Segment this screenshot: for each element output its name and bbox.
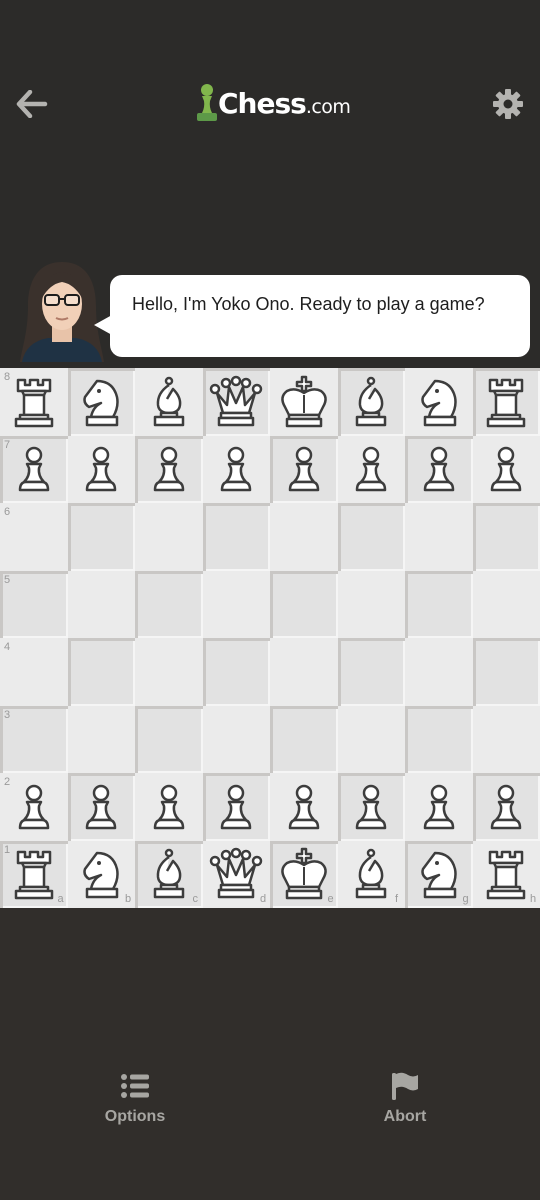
options-button[interactable]: Options — [65, 1070, 205, 1150]
square-d4[interactable] — [202, 638, 270, 706]
white-pawn-piece[interactable] — [473, 436, 540, 504]
square-c5[interactable] — [135, 570, 203, 638]
white-king-piece[interactable] — [270, 368, 338, 436]
square-f4[interactable] — [337, 638, 405, 706]
abort-label: Abort — [383, 1108, 427, 1125]
white-pawn-piece[interactable] — [270, 436, 338, 504]
square-h3[interactable] — [472, 705, 540, 773]
square-a3[interactable] — [0, 705, 68, 773]
square-e5[interactable] — [270, 570, 338, 638]
white-pawn-piece[interactable] — [135, 436, 203, 504]
bot-chat-area: Hello, I'm Yoko Ono. Ready to play a gam… — [0, 205, 540, 368]
logo-suffix: .com — [305, 96, 351, 118]
white-queen-piece[interactable] — [203, 368, 271, 436]
back-button[interactable] — [12, 84, 52, 124]
white-rook-piece[interactable] — [473, 368, 540, 436]
speech-bubble: Hello, I'm Yoko Ono. Ready to play a gam… — [110, 275, 530, 357]
bot-message: Hello, I'm Yoko Ono. Ready to play a gam… — [132, 294, 485, 314]
square-b5[interactable] — [67, 570, 135, 638]
square-g5[interactable] — [405, 570, 473, 638]
white-pawn-piece[interactable] — [0, 436, 68, 504]
white-pawn-piece[interactable] — [405, 773, 473, 841]
square-f3[interactable] — [337, 705, 405, 773]
top-bar: Chess .com — [0, 0, 540, 205]
white-bishop-piece[interactable] — [338, 368, 406, 436]
square-d5[interactable] — [202, 570, 270, 638]
white-pawn-piece[interactable] — [68, 773, 136, 841]
square-d3[interactable] — [202, 705, 270, 773]
square-a5[interactable] — [0, 570, 68, 638]
chess-board[interactable]: 87654321abcdefgh — [0, 368, 540, 908]
white-queen-piece[interactable] — [203, 841, 271, 909]
white-rook-piece[interactable] — [0, 841, 68, 909]
white-bishop-piece[interactable] — [338, 841, 406, 909]
arrow-left-icon — [16, 90, 48, 118]
white-pawn-piece[interactable] — [338, 773, 406, 841]
white-knight-piece[interactable] — [68, 368, 136, 436]
white-knight-piece[interactable] — [405, 841, 473, 909]
square-h4[interactable] — [472, 638, 540, 706]
rank-label-3: 3 — [4, 708, 11, 721]
white-pawn-piece[interactable] — [68, 436, 136, 504]
chess-com-logo: Chess .com — [196, 80, 351, 126]
square-h5[interactable] — [472, 570, 540, 638]
square-h6[interactable] — [472, 503, 540, 571]
square-e3[interactable] — [270, 705, 338, 773]
rank-label-5: 5 — [4, 573, 11, 586]
square-b4[interactable] — [67, 638, 135, 706]
white-pawn-piece[interactable] — [203, 773, 271, 841]
white-pawn-piece[interactable] — [270, 773, 338, 841]
bot-avatar — [14, 258, 110, 362]
square-a6[interactable] — [0, 503, 68, 571]
white-pawn-piece[interactable] — [0, 773, 68, 841]
square-e6[interactable] — [270, 503, 338, 571]
white-pawn-piece[interactable] — [338, 436, 406, 504]
abort-button[interactable]: Abort — [335, 1070, 475, 1150]
options-label: Options — [104, 1108, 166, 1125]
white-bishop-piece[interactable] — [135, 368, 203, 436]
pawn-logo-icon — [197, 84, 217, 121]
flag-icon — [392, 1072, 418, 1100]
white-pawn-piece[interactable] — [405, 436, 473, 504]
square-g4[interactable] — [405, 638, 473, 706]
white-king-piece[interactable] — [270, 841, 338, 909]
square-g6[interactable] — [405, 503, 473, 571]
square-b6[interactable] — [67, 503, 135, 571]
settings-button[interactable] — [488, 84, 528, 124]
logo-text: Chess — [218, 86, 307, 120]
square-f5[interactable] — [337, 570, 405, 638]
square-f6[interactable] — [337, 503, 405, 571]
white-knight-piece[interactable] — [405, 368, 473, 436]
square-e4[interactable] — [270, 638, 338, 706]
square-d6[interactable] — [202, 503, 270, 571]
gear-icon — [493, 89, 523, 119]
white-knight-piece[interactable] — [68, 841, 136, 909]
rank-label-6: 6 — [4, 506, 11, 518]
square-a4[interactable] — [0, 638, 68, 706]
white-pawn-piece[interactable] — [135, 773, 203, 841]
list-icon — [121, 1074, 149, 1098]
bottom-nav: Options Abort — [0, 1060, 540, 1200]
white-pawn-piece[interactable] — [473, 773, 540, 841]
white-pawn-piece[interactable] — [203, 436, 271, 504]
rank-label-4: 4 — [4, 641, 11, 653]
square-c6[interactable] — [135, 503, 203, 571]
square-c3[interactable] — [135, 705, 203, 773]
white-rook-piece[interactable] — [473, 841, 540, 909]
white-rook-piece[interactable] — [0, 368, 68, 436]
square-b3[interactable] — [67, 705, 135, 773]
white-bishop-piece[interactable] — [135, 841, 203, 909]
square-c4[interactable] — [135, 638, 203, 706]
square-g3[interactable] — [405, 705, 473, 773]
